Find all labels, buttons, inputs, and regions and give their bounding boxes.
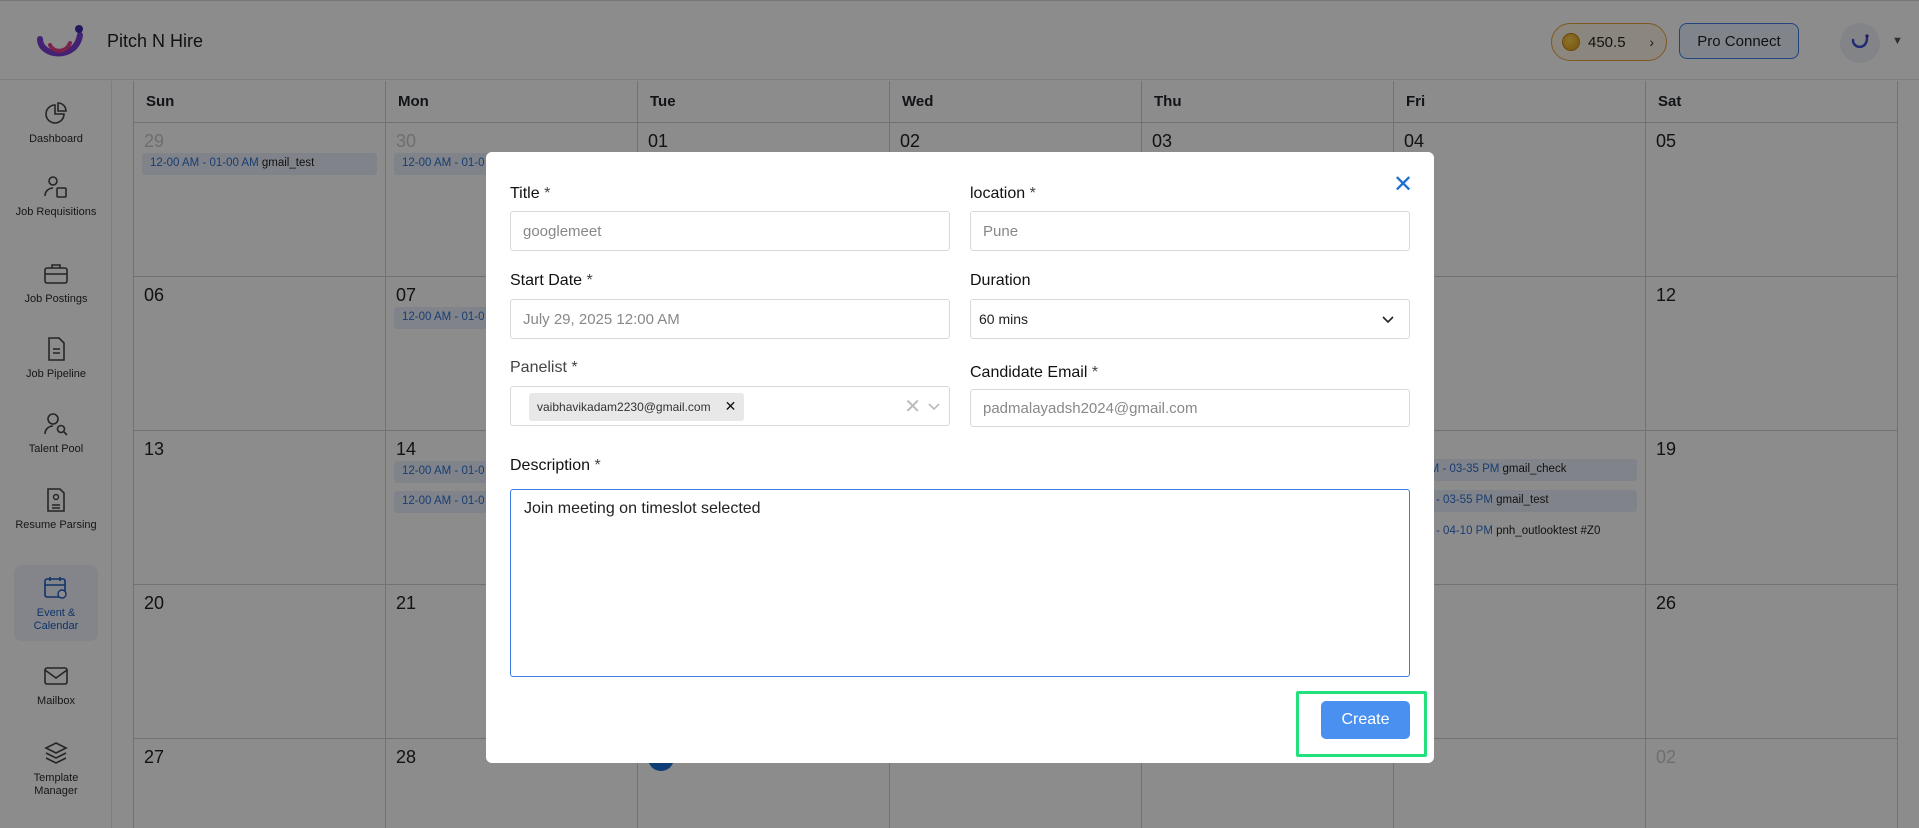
create-event-modal: ✕ Title * googlemeet location * Pune Sta… (486, 152, 1434, 763)
title-label: Title * (510, 185, 550, 203)
panelist-select[interactable]: vaibhavikadam2230@gmail.com ✕ ✕ (510, 386, 950, 426)
chevron-down-icon[interactable] (927, 399, 941, 413)
required-mark: * (1029, 185, 1036, 202)
required-mark: * (544, 185, 551, 202)
panelist-label-text: Panelist (510, 359, 567, 376)
remove-chip-icon[interactable]: ✕ (725, 398, 737, 421)
required-mark: * (1091, 364, 1099, 381)
description-textarea[interactable]: Join meeting on timeslot selected (510, 489, 1410, 677)
start-date-input[interactable]: July 29, 2025 12:00 AM (510, 299, 950, 339)
required-mark: * (586, 272, 593, 289)
candidate-email-input[interactable]: padmalayadsh2024@gmail.com (970, 389, 1410, 427)
required-mark: * (571, 359, 578, 376)
description-label: Description * (510, 457, 601, 475)
title-label-text: Title (510, 185, 540, 202)
duration-label: Duration (970, 272, 1031, 289)
create-button[interactable]: Create (1321, 701, 1410, 739)
location-label: location * (970, 185, 1036, 203)
duration-value: 60 mins (979, 311, 1029, 327)
panelist-chip: vaibhavikadam2230@gmail.com ✕ (529, 393, 745, 421)
location-input[interactable]: Pune (970, 211, 1410, 251)
description-label-text: Description (510, 457, 591, 474)
start-date-label-text: Start Date (510, 272, 583, 289)
location-label-text: location (970, 185, 1026, 202)
title-input[interactable]: googlemeet (510, 211, 950, 251)
close-icon[interactable]: ✕ (1391, 173, 1415, 198)
start-date-label: Start Date * (510, 272, 593, 290)
candidate-email-label-text: Candidate Email (970, 364, 1088, 381)
clear-selection-icon[interactable]: ✕ (904, 394, 921, 419)
panelist-label: Panelist * (510, 359, 578, 377)
duration-select[interactable]: 60 mins (970, 299, 1410, 339)
panelist-chip-label: vaibhavikadam2230@gmail.com (537, 400, 711, 414)
candidate-email-label: Candidate Email * (970, 364, 1098, 382)
required-mark: * (594, 457, 601, 474)
chevron-down-icon (1382, 316, 1394, 324)
